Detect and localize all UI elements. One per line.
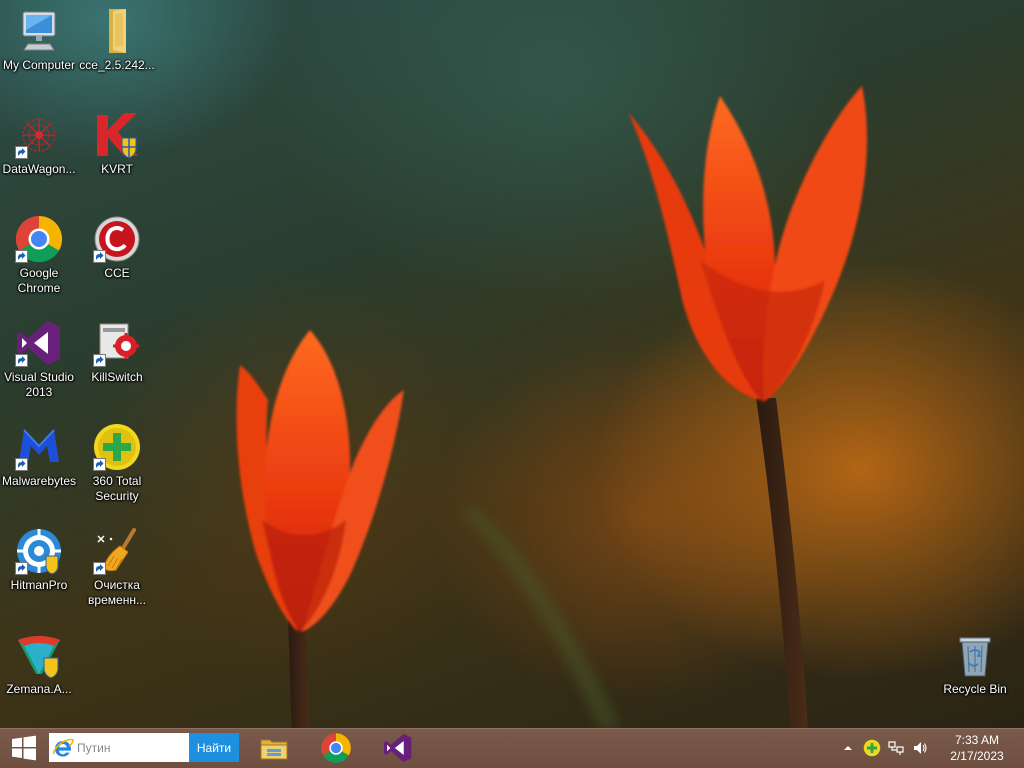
recycle-bin-icon [950, 630, 1000, 680]
broom-icon [92, 526, 142, 576]
desktop-icon-label: 360 Total Security [92, 474, 142, 503]
shortcut-arrow-icon [15, 146, 28, 159]
show-hidden-icons-button[interactable] [836, 728, 860, 768]
desktop-icon-label: Recycle Bin [943, 682, 1007, 696]
desktop[interactable]: My Computer DataWagon... Google Chrome V… [0, 0, 1024, 728]
taskbar-pinned-visual-studio[interactable] [373, 728, 423, 768]
search-button[interactable]: Найти [189, 733, 239, 762]
desktop-icon-cce[interactable]: CCE [78, 214, 156, 281]
desktop-icon-label: HitmanPro [10, 578, 68, 592]
visual-studio-icon [14, 318, 64, 368]
desktop-icon-my-computer[interactable]: My Computer [0, 6, 78, 73]
malwarebytes-icon [14, 422, 64, 472]
desktop-icon-label: cce_2.5.242... [79, 58, 155, 72]
360-security-icon [863, 739, 881, 757]
desktop-icon-zemana[interactable]: Zemana.A... [0, 630, 78, 697]
desktop-icon-label: My Computer [2, 58, 76, 72]
desktop-icon-label: DataWagon... [2, 162, 76, 176]
kvrt-icon [92, 110, 142, 160]
desktop-icon-recycle-bin[interactable]: Recycle Bin [936, 630, 1014, 697]
network-icon [888, 741, 904, 755]
datawagon-icon [14, 110, 64, 160]
desktop-icon-label: CCE [104, 266, 130, 280]
tray-network[interactable] [884, 728, 908, 768]
search-box[interactable] [49, 733, 189, 762]
desktop-icon-hitmanpro[interactable]: HitmanPro [0, 526, 78, 593]
desktop-icon-temp-cleaner[interactable]: Очистка временн... [78, 526, 156, 608]
shortcut-arrow-icon [15, 250, 28, 263]
desktop-icon-cce-folder[interactable]: cce_2.5.242... [78, 6, 156, 73]
taskbar-pinned-chrome[interactable] [311, 728, 361, 768]
chrome-icon [14, 214, 64, 264]
shortcut-arrow-icon [93, 458, 106, 471]
chrome-icon [321, 733, 351, 763]
tray-360-security[interactable] [860, 728, 884, 768]
speaker-icon [914, 742, 927, 754]
shortcut-arrow-icon [93, 250, 106, 263]
tray-volume[interactable] [908, 728, 932, 768]
shortcut-arrow-icon [15, 458, 28, 471]
clock[interactable]: 7:33 AM 2/17/2023 [936, 732, 1018, 764]
file-explorer-icon [260, 739, 288, 760]
desktop-icon-label: Google Chrome [17, 266, 61, 295]
desktop-icon-label: Visual Studio 2013 [4, 370, 74, 399]
desktop-icon-datawagon[interactable]: DataWagon... [0, 110, 78, 177]
chevron-up-icon [844, 746, 852, 750]
shortcut-arrow-icon [15, 562, 28, 575]
internet-explorer-icon [53, 738, 74, 756]
shortcut-arrow-icon [15, 354, 28, 367]
desktop-icon-label: KillSwitch [91, 370, 143, 384]
desktop-icon-360-total-security[interactable]: 360 Total Security [78, 422, 156, 504]
clock-date: 2/17/2023 [950, 749, 1004, 763]
shortcut-arrow-icon [93, 562, 106, 575]
desktop-icon-label: Zemana.A... [6, 682, 72, 696]
visual-studio-icon [383, 733, 412, 763]
zemana-icon [14, 630, 64, 680]
taskbar: Найти [0, 728, 1024, 768]
desktop-icon-label: Malwarebytes [1, 474, 77, 488]
clock-time: 7:33 AM [954, 733, 1000, 747]
computer-icon [14, 6, 64, 56]
killswitch-icon [92, 318, 142, 368]
search-input[interactable] [77, 740, 187, 755]
360-security-icon [92, 422, 142, 472]
shortcut-arrow-icon [93, 354, 106, 367]
desktop-icon-google-chrome[interactable]: Google Chrome [0, 214, 78, 296]
taskbar-pinned-file-explorer[interactable] [249, 728, 299, 768]
cce-icon [92, 214, 142, 264]
hitmanpro-icon [14, 526, 64, 576]
desktop-icon-kvrt[interactable]: KVRT [78, 110, 156, 177]
desktop-icon-visual-studio[interactable]: Visual Studio 2013 [0, 318, 78, 400]
desktop-icon-label: Очистка временн... [88, 578, 146, 607]
desktop-icon-killswitch[interactable]: KillSwitch [78, 318, 156, 385]
desktop-icon-label: KVRT [101, 162, 133, 176]
desktop-icon-malwarebytes[interactable]: Malwarebytes [0, 422, 78, 489]
start-button[interactable] [0, 728, 48, 768]
folder-icon [92, 6, 142, 56]
windows-logo-icon [12, 735, 36, 761]
system-tray: 7:33 AM 2/17/2023 [836, 728, 1024, 768]
